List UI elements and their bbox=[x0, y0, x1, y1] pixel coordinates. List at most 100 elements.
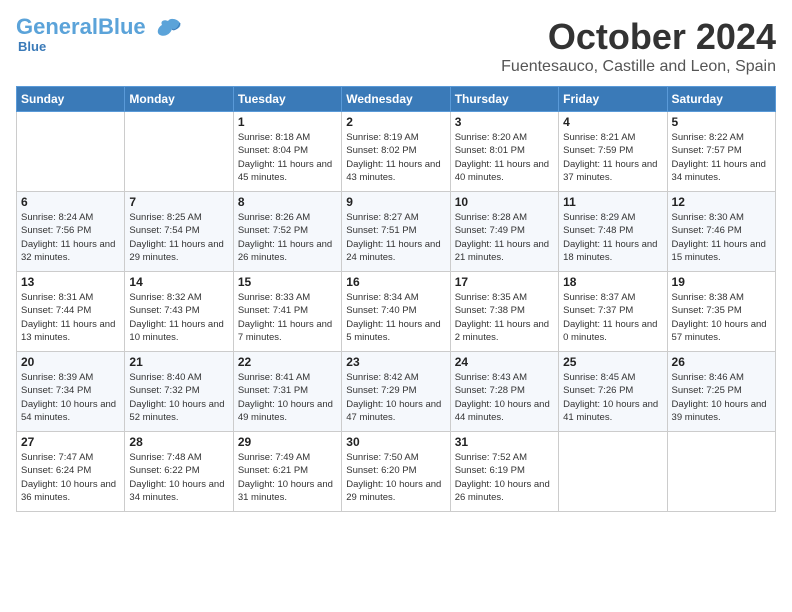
day-number: 6 bbox=[21, 195, 120, 209]
daylight-text: Daylight: 11 hours and 13 minutes. bbox=[21, 318, 120, 345]
cell-info: Sunrise: 8:28 AM Sunset: 7:49 PM Dayligh… bbox=[455, 211, 554, 264]
daylight-text: Daylight: 11 hours and 43 minutes. bbox=[346, 158, 445, 185]
sunset-text: Sunset: 6:24 PM bbox=[21, 464, 120, 477]
day-number: 23 bbox=[346, 355, 445, 369]
calendar-cell: 23 Sunrise: 8:42 AM Sunset: 7:29 PM Dayl… bbox=[342, 352, 450, 432]
day-number: 21 bbox=[129, 355, 228, 369]
day-number: 10 bbox=[455, 195, 554, 209]
sunrise-text: Sunrise: 8:18 AM bbox=[238, 131, 337, 144]
calendar-cell: 3 Sunrise: 8:20 AM Sunset: 8:01 PM Dayli… bbox=[450, 112, 558, 192]
day-number: 5 bbox=[672, 115, 771, 129]
day-number: 3 bbox=[455, 115, 554, 129]
day-number: 29 bbox=[238, 435, 337, 449]
sunrise-text: Sunrise: 7:48 AM bbox=[129, 451, 228, 464]
daylight-text: Daylight: 10 hours and 26 minutes. bbox=[455, 478, 554, 505]
daylight-text: Daylight: 11 hours and 0 minutes. bbox=[563, 318, 662, 345]
sunrise-text: Sunrise: 8:20 AM bbox=[455, 131, 554, 144]
daylight-text: Daylight: 10 hours and 54 minutes. bbox=[21, 398, 120, 425]
sunrise-text: Sunrise: 8:34 AM bbox=[346, 291, 445, 304]
calendar-cell: 14 Sunrise: 8:32 AM Sunset: 7:43 PM Dayl… bbox=[125, 272, 233, 352]
daylight-text: Daylight: 11 hours and 5 minutes. bbox=[346, 318, 445, 345]
sunrise-text: Sunrise: 8:31 AM bbox=[21, 291, 120, 304]
sunrise-text: Sunrise: 8:25 AM bbox=[129, 211, 228, 224]
cell-info: Sunrise: 8:22 AM Sunset: 7:57 PM Dayligh… bbox=[672, 131, 771, 184]
cell-info: Sunrise: 7:47 AM Sunset: 6:24 PM Dayligh… bbox=[21, 451, 120, 504]
logo-general: GeneralBlue bbox=[16, 16, 182, 39]
daylight-text: Daylight: 11 hours and 45 minutes. bbox=[238, 158, 337, 185]
calendar-cell: 30 Sunrise: 7:50 AM Sunset: 6:20 PM Dayl… bbox=[342, 432, 450, 512]
day-number: 11 bbox=[563, 195, 662, 209]
sunset-text: Sunset: 7:29 PM bbox=[346, 384, 445, 397]
cell-info: Sunrise: 8:24 AM Sunset: 7:56 PM Dayligh… bbox=[21, 211, 120, 264]
daylight-text: Daylight: 10 hours and 29 minutes. bbox=[346, 478, 445, 505]
day-number: 16 bbox=[346, 275, 445, 289]
sunset-text: Sunset: 7:56 PM bbox=[21, 224, 120, 237]
sunrise-text: Sunrise: 7:49 AM bbox=[238, 451, 337, 464]
day-number: 20 bbox=[21, 355, 120, 369]
sunset-text: Sunset: 8:01 PM bbox=[455, 144, 554, 157]
calendar-cell: 13 Sunrise: 8:31 AM Sunset: 7:44 PM Dayl… bbox=[17, 272, 125, 352]
daylight-text: Daylight: 10 hours and 47 minutes. bbox=[346, 398, 445, 425]
sunrise-text: Sunrise: 8:33 AM bbox=[238, 291, 337, 304]
calendar-cell: 16 Sunrise: 8:34 AM Sunset: 7:40 PM Dayl… bbox=[342, 272, 450, 352]
calendar-body: 1 Sunrise: 8:18 AM Sunset: 8:04 PM Dayli… bbox=[17, 112, 776, 512]
sunrise-text: Sunrise: 8:27 AM bbox=[346, 211, 445, 224]
sunset-text: Sunset: 7:46 PM bbox=[672, 224, 771, 237]
sunset-text: Sunset: 7:35 PM bbox=[672, 304, 771, 317]
sunrise-text: Sunrise: 8:39 AM bbox=[21, 371, 120, 384]
sunrise-text: Sunrise: 7:52 AM bbox=[455, 451, 554, 464]
daylight-text: Daylight: 11 hours and 15 minutes. bbox=[672, 238, 771, 265]
calendar-cell bbox=[17, 112, 125, 192]
day-number: 17 bbox=[455, 275, 554, 289]
logo-bird-icon bbox=[154, 17, 182, 39]
title-block: October 2024 Fuentesauco, Castille and L… bbox=[501, 16, 776, 76]
cell-info: Sunrise: 8:46 AM Sunset: 7:25 PM Dayligh… bbox=[672, 371, 771, 424]
cell-info: Sunrise: 8:31 AM Sunset: 7:44 PM Dayligh… bbox=[21, 291, 120, 344]
calendar-cell: 25 Sunrise: 8:45 AM Sunset: 7:26 PM Dayl… bbox=[559, 352, 667, 432]
sunset-text: Sunset: 8:02 PM bbox=[346, 144, 445, 157]
page-header: GeneralBlue Blue October 2024 Fuentesauc… bbox=[16, 16, 776, 76]
day-number: 12 bbox=[672, 195, 771, 209]
daylight-text: Daylight: 11 hours and 18 minutes. bbox=[563, 238, 662, 265]
sunset-text: Sunset: 7:40 PM bbox=[346, 304, 445, 317]
calendar-cell bbox=[667, 432, 775, 512]
cell-info: Sunrise: 8:25 AM Sunset: 7:54 PM Dayligh… bbox=[129, 211, 228, 264]
cell-info: Sunrise: 7:50 AM Sunset: 6:20 PM Dayligh… bbox=[346, 451, 445, 504]
day-number: 15 bbox=[238, 275, 337, 289]
day-number: 1 bbox=[238, 115, 337, 129]
sunset-text: Sunset: 7:28 PM bbox=[455, 384, 554, 397]
sunset-text: Sunset: 7:25 PM bbox=[672, 384, 771, 397]
calendar-cell: 17 Sunrise: 8:35 AM Sunset: 7:38 PM Dayl… bbox=[450, 272, 558, 352]
daylight-text: Daylight: 11 hours and 7 minutes. bbox=[238, 318, 337, 345]
sunrise-text: Sunrise: 8:29 AM bbox=[563, 211, 662, 224]
calendar-cell bbox=[125, 112, 233, 192]
cell-info: Sunrise: 8:38 AM Sunset: 7:35 PM Dayligh… bbox=[672, 291, 771, 344]
calendar-cell: 27 Sunrise: 7:47 AM Sunset: 6:24 PM Dayl… bbox=[17, 432, 125, 512]
daylight-text: Daylight: 11 hours and 26 minutes. bbox=[238, 238, 337, 265]
daylight-text: Daylight: 11 hours and 10 minutes. bbox=[129, 318, 228, 345]
sunrise-text: Sunrise: 8:26 AM bbox=[238, 211, 337, 224]
header-saturday: Saturday bbox=[667, 87, 775, 112]
sunrise-text: Sunrise: 8:28 AM bbox=[455, 211, 554, 224]
sunrise-text: Sunrise: 8:45 AM bbox=[563, 371, 662, 384]
calendar-cell: 12 Sunrise: 8:30 AM Sunset: 7:46 PM Dayl… bbox=[667, 192, 775, 272]
daylight-text: Daylight: 11 hours and 34 minutes. bbox=[672, 158, 771, 185]
daylight-text: Daylight: 10 hours and 57 minutes. bbox=[672, 318, 771, 345]
sunrise-text: Sunrise: 8:40 AM bbox=[129, 371, 228, 384]
cell-info: Sunrise: 8:30 AM Sunset: 7:46 PM Dayligh… bbox=[672, 211, 771, 264]
cell-info: Sunrise: 7:52 AM Sunset: 6:19 PM Dayligh… bbox=[455, 451, 554, 504]
calendar-cell: 1 Sunrise: 8:18 AM Sunset: 8:04 PM Dayli… bbox=[233, 112, 341, 192]
calendar-cell: 5 Sunrise: 8:22 AM Sunset: 7:57 PM Dayli… bbox=[667, 112, 775, 192]
week-row-0: 1 Sunrise: 8:18 AM Sunset: 8:04 PM Dayli… bbox=[17, 112, 776, 192]
month-title: October 2024 bbox=[501, 16, 776, 58]
day-number: 24 bbox=[455, 355, 554, 369]
location: Fuentesauco, Castille and Leon, Spain bbox=[501, 58, 776, 76]
cell-info: Sunrise: 8:29 AM Sunset: 7:48 PM Dayligh… bbox=[563, 211, 662, 264]
week-row-4: 27 Sunrise: 7:47 AM Sunset: 6:24 PM Dayl… bbox=[17, 432, 776, 512]
sunrise-text: Sunrise: 8:30 AM bbox=[672, 211, 771, 224]
sunset-text: Sunset: 6:19 PM bbox=[455, 464, 554, 477]
calendar-cell: 21 Sunrise: 8:40 AM Sunset: 7:32 PM Dayl… bbox=[125, 352, 233, 432]
calendar-cell: 15 Sunrise: 8:33 AM Sunset: 7:41 PM Dayl… bbox=[233, 272, 341, 352]
calendar-cell: 10 Sunrise: 8:28 AM Sunset: 7:49 PM Dayl… bbox=[450, 192, 558, 272]
cell-info: Sunrise: 8:35 AM Sunset: 7:38 PM Dayligh… bbox=[455, 291, 554, 344]
